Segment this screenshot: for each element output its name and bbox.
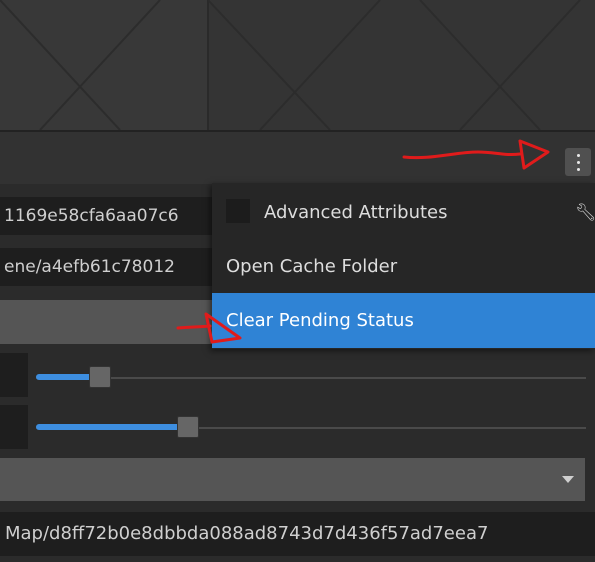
more-options-button[interactable]	[565, 148, 591, 176]
slider-thumb[interactable]	[177, 416, 199, 438]
menu-item-label: Open Cache Folder	[226, 256, 398, 277]
dropdown-select[interactable]	[0, 458, 585, 501]
action-button[interactable]	[0, 300, 212, 344]
menu-item-label: Advanced Attributes	[264, 202, 448, 223]
wrench-icon: 🔧︎	[575, 203, 595, 223]
viewport-preview	[0, 0, 595, 130]
menu-item-clear-pending-status[interactable]: Clear Pending Status	[212, 293, 595, 348]
menu-item-label: Clear Pending Status	[226, 310, 414, 331]
more-vertical-icon	[576, 152, 580, 173]
map-path-field[interactable]: Map/d8ff72b0e8dbbda088ad8743d7d436f57ad7…	[0, 512, 595, 556]
panel-header	[0, 132, 595, 184]
slider-value-box[interactable]	[0, 353, 28, 397]
path-field[interactable]: ene/a4efb61c78012	[0, 248, 216, 286]
menu-item-advanced-attributes[interactable]: Advanced Attributes 🔧︎	[212, 187, 595, 239]
viewport-grid	[0, 0, 595, 130]
advanced-attributes-checkbox[interactable]	[226, 199, 250, 223]
slider-fill	[36, 424, 185, 430]
slider-track[interactable]	[36, 377, 586, 379]
menu-item-open-cache-folder[interactable]: Open Cache Folder	[212, 241, 595, 293]
slider-thumb[interactable]	[89, 366, 111, 388]
app-window: 1169e58cfa6aa07c6 ene/a4efb61c78012 Adva…	[0, 0, 595, 562]
hash-field[interactable]: 1169e58cfa6aa07c6	[0, 197, 216, 235]
chevron-down-icon	[562, 476, 574, 483]
slider-value-box[interactable]	[0, 405, 28, 449]
context-menu: Advanced Attributes 🔧︎ Open Cache Folder…	[212, 183, 595, 349]
slider-fill	[36, 374, 97, 380]
